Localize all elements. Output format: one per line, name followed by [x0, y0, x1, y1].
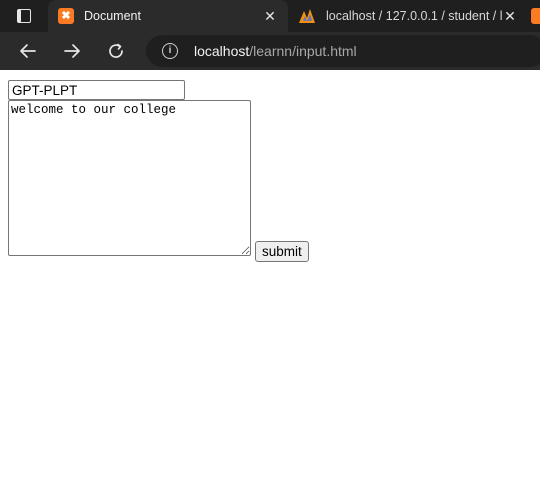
- tab-document[interactable]: ✖ Document ✕: [48, 0, 288, 32]
- tab-title: Document: [84, 9, 141, 23]
- name-input[interactable]: [8, 80, 185, 100]
- browser-chrome: ✖ Document ✕ localhost / 127.0.0.1 / stu…: [0, 0, 540, 70]
- navigation-bar: i localhost/learnn/input.html: [0, 32, 540, 70]
- url-path: /learnn/input.html: [249, 43, 357, 59]
- tab-title: localhost / 127.0.0.1 / student / l: [326, 9, 502, 23]
- back-button[interactable]: [13, 36, 43, 66]
- tab-phpmyadmin[interactable]: localhost / 127.0.0.1 / student / l ✕: [288, 0, 528, 32]
- sidebar-toggle-icon: [17, 9, 31, 23]
- close-icon[interactable]: ✕: [502, 8, 518, 24]
- reload-icon: [109, 43, 123, 58]
- reload-button[interactable]: [101, 36, 131, 66]
- url-host: localhost: [194, 43, 250, 59]
- close-icon[interactable]: ✕: [262, 8, 278, 24]
- xampp-icon: ✖: [58, 8, 74, 24]
- phpmyadmin-icon: [299, 9, 315, 23]
- arrow-left-icon: [20, 44, 36, 58]
- xampp-icon[interactable]: [531, 8, 540, 24]
- message-textarea[interactable]: welcome to our college: [8, 100, 251, 256]
- info-icon[interactable]: i: [162, 43, 178, 59]
- tab-strip: ✖ Document ✕ localhost / 127.0.0.1 / stu…: [0, 0, 540, 32]
- page-content: welcome to our college submit: [0, 70, 540, 499]
- forward-button[interactable]: [57, 36, 87, 66]
- tab-actions-button[interactable]: [8, 4, 40, 28]
- arrow-right-icon: [64, 44, 80, 58]
- address-bar[interactable]: i localhost/learnn/input.html: [146, 35, 540, 67]
- url-text[interactable]: localhost/learnn/input.html: [194, 43, 357, 59]
- submit-button[interactable]: submit: [255, 241, 309, 262]
